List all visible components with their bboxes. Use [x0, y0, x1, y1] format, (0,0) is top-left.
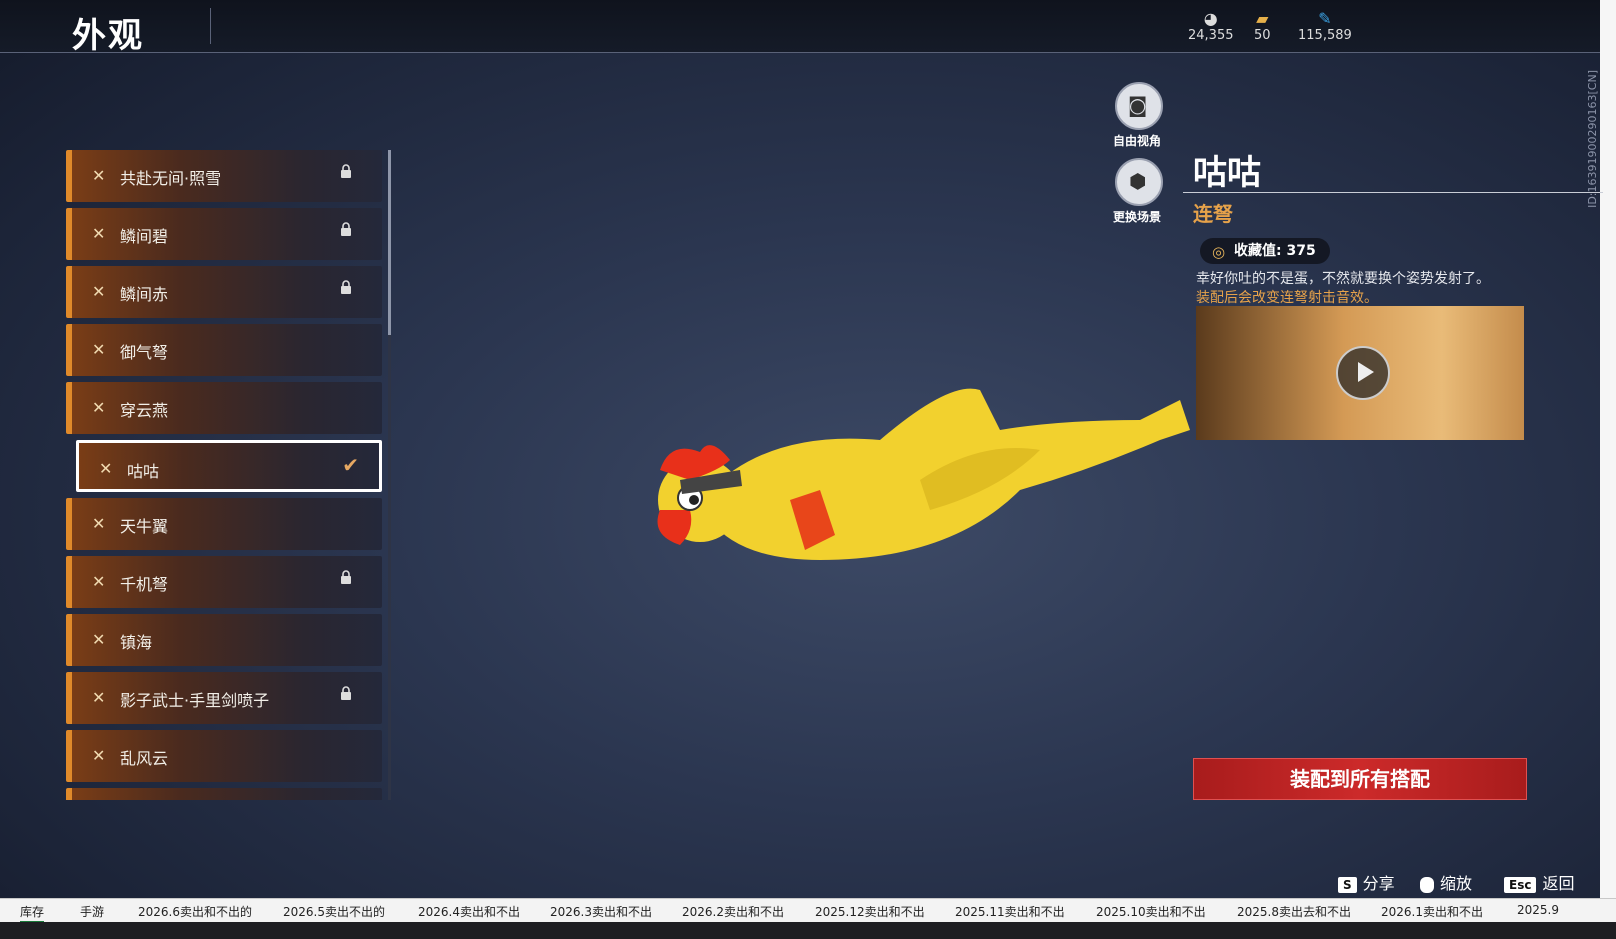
share-label: 分享: [1362, 874, 1395, 893]
camera-icon: ◙: [1128, 93, 1148, 117]
currency-coins: ◕ 24,355: [1188, 9, 1234, 44]
zoom-label: 缩放: [1440, 874, 1473, 893]
collection-label: 收藏值:: [1234, 243, 1282, 259]
skin-item[interactable]: ✕ 共赴无间·照雪: [66, 150, 382, 202]
account-id: ID:16391900290163[CN]: [1586, 70, 1599, 208]
skin-item-label: 天牛翼: [120, 517, 169, 536]
sheet-tab[interactable]: 2025.12卖出和不出: [815, 903, 925, 920]
page-title: 外观: [72, 16, 144, 56]
free-view-button[interactable]: ◙: [1115, 82, 1163, 130]
skin-item[interactable]: ✕ 穿云燕: [66, 382, 382, 434]
skin-item[interactable]: ✕ 乱风云: [66, 730, 382, 782]
equip-all-button[interactable]: 装配到所有搭配: [1193, 758, 1527, 800]
crossbow-icon: ✕: [92, 166, 106, 185]
skin-item-label: 咕咕: [127, 462, 160, 481]
skin-item[interactable]: ✕ 千机弩: [66, 556, 382, 608]
item-name: 咕咕: [1193, 153, 1261, 193]
item-effect: 装配后会改变连弩射击音效。: [1196, 290, 1378, 306]
skin-item[interactable]: ✕ 镇海: [66, 614, 382, 666]
ticket-icon: ▰: [1256, 9, 1269, 28]
sheet-tab[interactable]: 2025.8卖出去和不出: [1237, 903, 1351, 920]
collection-value-badge: ◎ 收藏值: 375: [1200, 238, 1330, 264]
crossbow-icon: ✕: [99, 459, 113, 478]
skin-item-label: 千机弩: [120, 575, 169, 594]
skin-item-label: 御气弩: [120, 343, 169, 362]
lock-icon: [341, 222, 351, 236]
currency-coins-value: 24,355: [1188, 28, 1234, 43]
change-scene-label: 更换场景: [1112, 210, 1161, 224]
change-scene-button[interactable]: ⬢: [1115, 158, 1163, 206]
skin-item-label: 影子武士·手里剑喷子: [120, 691, 270, 710]
share-key: S: [1338, 876, 1357, 893]
skin-list[interactable]: ✕ 共赴无间·照雪 ✕ 鳞间碧 ✕ 鳞间赤 ✕ 御气弩 ✕ 穿云燕 ✕ 咕咕 ✔…: [66, 150, 382, 800]
skin-item-selected[interactable]: ✕ 咕咕 ✔: [76, 440, 382, 492]
crossbow-icon: ✕: [92, 746, 106, 765]
back-hint[interactable]: Esc 返回: [1504, 870, 1574, 894]
sheet-tab[interactable]: 2025.11卖出和不出: [955, 903, 1065, 920]
lock-icon: [341, 164, 351, 178]
currency-feathers-value: 115,589: [1298, 28, 1352, 43]
esc-key: Esc: [1504, 876, 1537, 893]
lock-icon: [341, 280, 351, 294]
crossbow-icon: ✕: [92, 630, 106, 649]
right-edge-strip: [1600, 0, 1616, 898]
feather-icon: ✎: [1318, 9, 1332, 28]
crossbow-icon: ✕: [92, 398, 106, 417]
skin-item-label: 鳞间赤: [120, 285, 169, 304]
sheet-tab[interactable]: 2026.2卖出和不出: [682, 903, 784, 920]
play-icon[interactable]: [1336, 346, 1390, 400]
sheet-tab[interactable]: 2026.5卖出不出的: [283, 903, 385, 920]
top-bar: 外观 ◕ 24,355 ▰ 50 ✎ 115,589: [0, 0, 1600, 56]
crossbow-icon: ✕: [92, 224, 106, 243]
collection-value: 375: [1286, 243, 1316, 259]
sheet-tab[interactable]: 库存: [20, 903, 45, 923]
sheet-tab[interactable]: 2025.10卖出和不出: [1096, 903, 1206, 920]
zoom-hint[interactable]: 缩放: [1420, 870, 1472, 894]
crossbow-icon: ✕: [92, 340, 106, 359]
crossbow-icon: ✕: [92, 688, 106, 707]
title-divider: [210, 8, 211, 44]
currency-tickets-value: 50: [1254, 28, 1271, 43]
skin-item[interactable]: ✕ 御气弩: [66, 324, 382, 376]
sheet-tab[interactable]: 2026.1卖出和不出: [1381, 903, 1483, 920]
back-label: 返回: [1542, 874, 1575, 893]
sheet-tab[interactable]: 2026.4卖出和不出: [418, 903, 520, 920]
sheet-tab-bar: 库存 手游 2026.6卖出和不出的 2026.5卖出不出的 2026.4卖出和…: [0, 898, 1616, 923]
sheet-tab[interactable]: 2026.6卖出和不出的: [138, 903, 252, 920]
name-divider: [1183, 192, 1603, 193]
preview-video[interactable]: [1196, 306, 1524, 440]
crossbow-icon: ✕: [92, 514, 106, 533]
sheet-tab[interactable]: 2026.3卖出和不出: [550, 903, 652, 920]
lock-icon: [341, 570, 351, 584]
share-hint[interactable]: S 分享: [1338, 870, 1395, 894]
crossbow-icon: ✕: [92, 282, 106, 301]
currency-tickets: ▰ 50: [1254, 9, 1271, 44]
item-description: 幸好你吐的不是蛋，不然就要换个姿势发射了。: [1196, 271, 1490, 287]
list-scrollbar-thumb[interactable]: [388, 150, 391, 335]
skin-item[interactable]: ✕ 鳞间赤: [66, 266, 382, 318]
skin-item[interactable]: ✕ 天牛翼: [66, 498, 382, 550]
crossbow-icon: ✕: [92, 572, 106, 591]
skin-item[interactable]: [66, 788, 382, 800]
free-view-label: 自由视角: [1112, 134, 1161, 148]
skin-item-label: 穿云燕: [120, 401, 169, 420]
cube-icon: ⬢: [1129, 169, 1147, 193]
coin-stack-icon: ◕: [1203, 9, 1218, 28]
currency-feathers: ✎ 115,589: [1298, 9, 1352, 44]
skin-item-label: 共赴无间·照雪: [120, 169, 222, 188]
skin-item[interactable]: ✕ 鳞间碧: [66, 208, 382, 260]
skin-item-label: 镇海: [120, 633, 153, 652]
item-type: 连弩: [1193, 202, 1233, 226]
taskbar: [0, 922, 1616, 939]
lock-icon: [341, 686, 351, 700]
skin-item-label: 鳞间碧: [120, 227, 169, 246]
skin-item-label: 乱风云: [120, 749, 169, 768]
sheet-tab[interactable]: 手游: [80, 903, 104, 920]
mouse-icon: [1420, 876, 1434, 893]
sheet-tab[interactable]: 2025.9: [1517, 903, 1559, 917]
collection-icon: ◎: [1212, 243, 1226, 261]
checkmark-icon: ✔: [342, 453, 359, 477]
rubber-chicken-model[interactable]: [620, 360, 1200, 600]
skin-item[interactable]: ✕ 影子武士·手里剑喷子: [66, 672, 382, 724]
